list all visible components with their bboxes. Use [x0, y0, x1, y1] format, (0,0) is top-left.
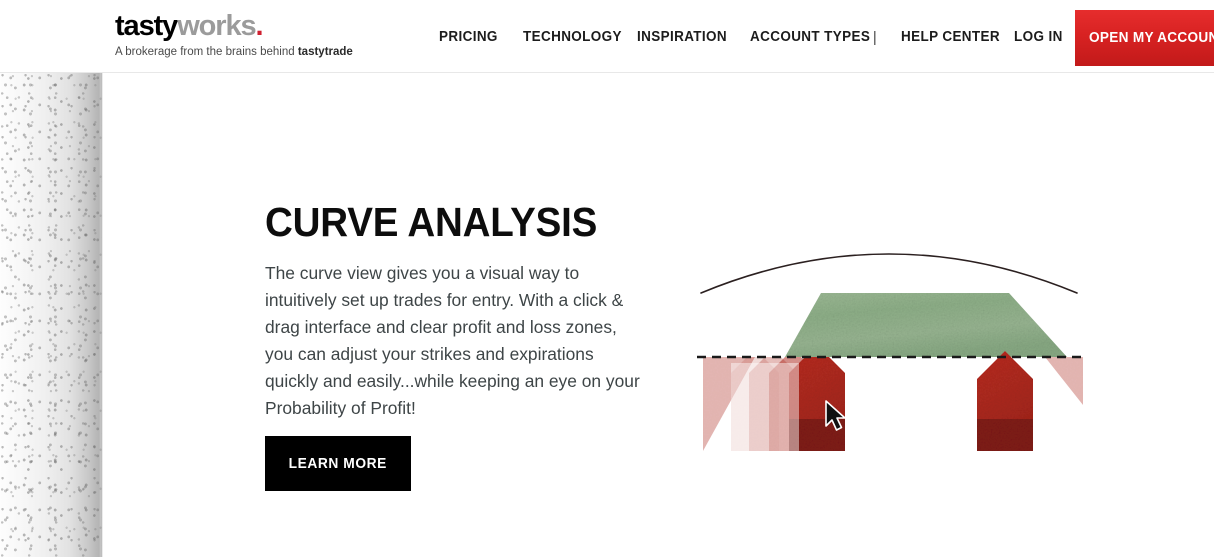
learn-more-button[interactable]: LEARN MORE — [265, 436, 411, 491]
left-texture-panel — [0, 73, 102, 557]
logo-text-works: works — [177, 10, 256, 42]
probability-curve — [700, 253, 1078, 294]
nav-item-technology[interactable]: TECHNOLOGY — [523, 29, 622, 45]
tagline-prefix: A brokerage from the brains behind — [115, 46, 298, 58]
learn-more-label: LEARN MORE — [288, 455, 388, 472]
nav-divider: | — [873, 28, 877, 46]
site-header: tastyworks. A brokerage from the brains … — [0, 0, 1214, 73]
drag-handle-overlay — [731, 363, 799, 453]
open-my-account-label: OPEN MY ACCOUNT — [1089, 30, 1214, 46]
feature-description: The curve view gives you a visual way to… — [265, 263, 640, 418]
logo-text-tasty: tasty — [115, 10, 178, 42]
page-root: tastyworks. A brokerage from the brains … — [0, 0, 1214, 557]
logo-tagline: A brokerage from the brains behind tasty… — [115, 45, 415, 59]
open-my-account-button[interactable]: OPEN MY ACCOUNT — [1075, 10, 1214, 66]
curve-analysis-illustration — [693, 223, 1093, 483]
logo-dot: . — [255, 10, 264, 42]
page-title: CURVE ANALYSIS — [265, 199, 598, 245]
profit-zone — [785, 293, 1067, 357]
nav-item-help-center[interactable]: HELP CENTER — [901, 29, 1000, 45]
loss-zone-right-dark-band — [977, 419, 1033, 451]
site-logo[interactable]: tastyworks. A brokerage from the brains … — [115, 10, 415, 59]
nav-item-inspiration[interactable]: INSPIRATION — [637, 29, 727, 45]
loss-zone-right-ghost — [1045, 357, 1083, 405]
main-content: CURVE ANALYSIS The curve view gives you … — [103, 73, 1214, 557]
logo-wordmark: tastyworks. — [115, 10, 415, 42]
nav-item-account-types[interactable]: ACCOUNT TYPES — [750, 29, 870, 45]
feature-text-column: CURVE ANALYSIS The curve view gives you … — [265, 199, 655, 491]
nav-item-pricing[interactable]: PRICING — [439, 29, 498, 45]
tagline-brand: tastytrade — [297, 46, 353, 58]
nav-item-log-in[interactable]: LOG IN — [1014, 29, 1063, 45]
